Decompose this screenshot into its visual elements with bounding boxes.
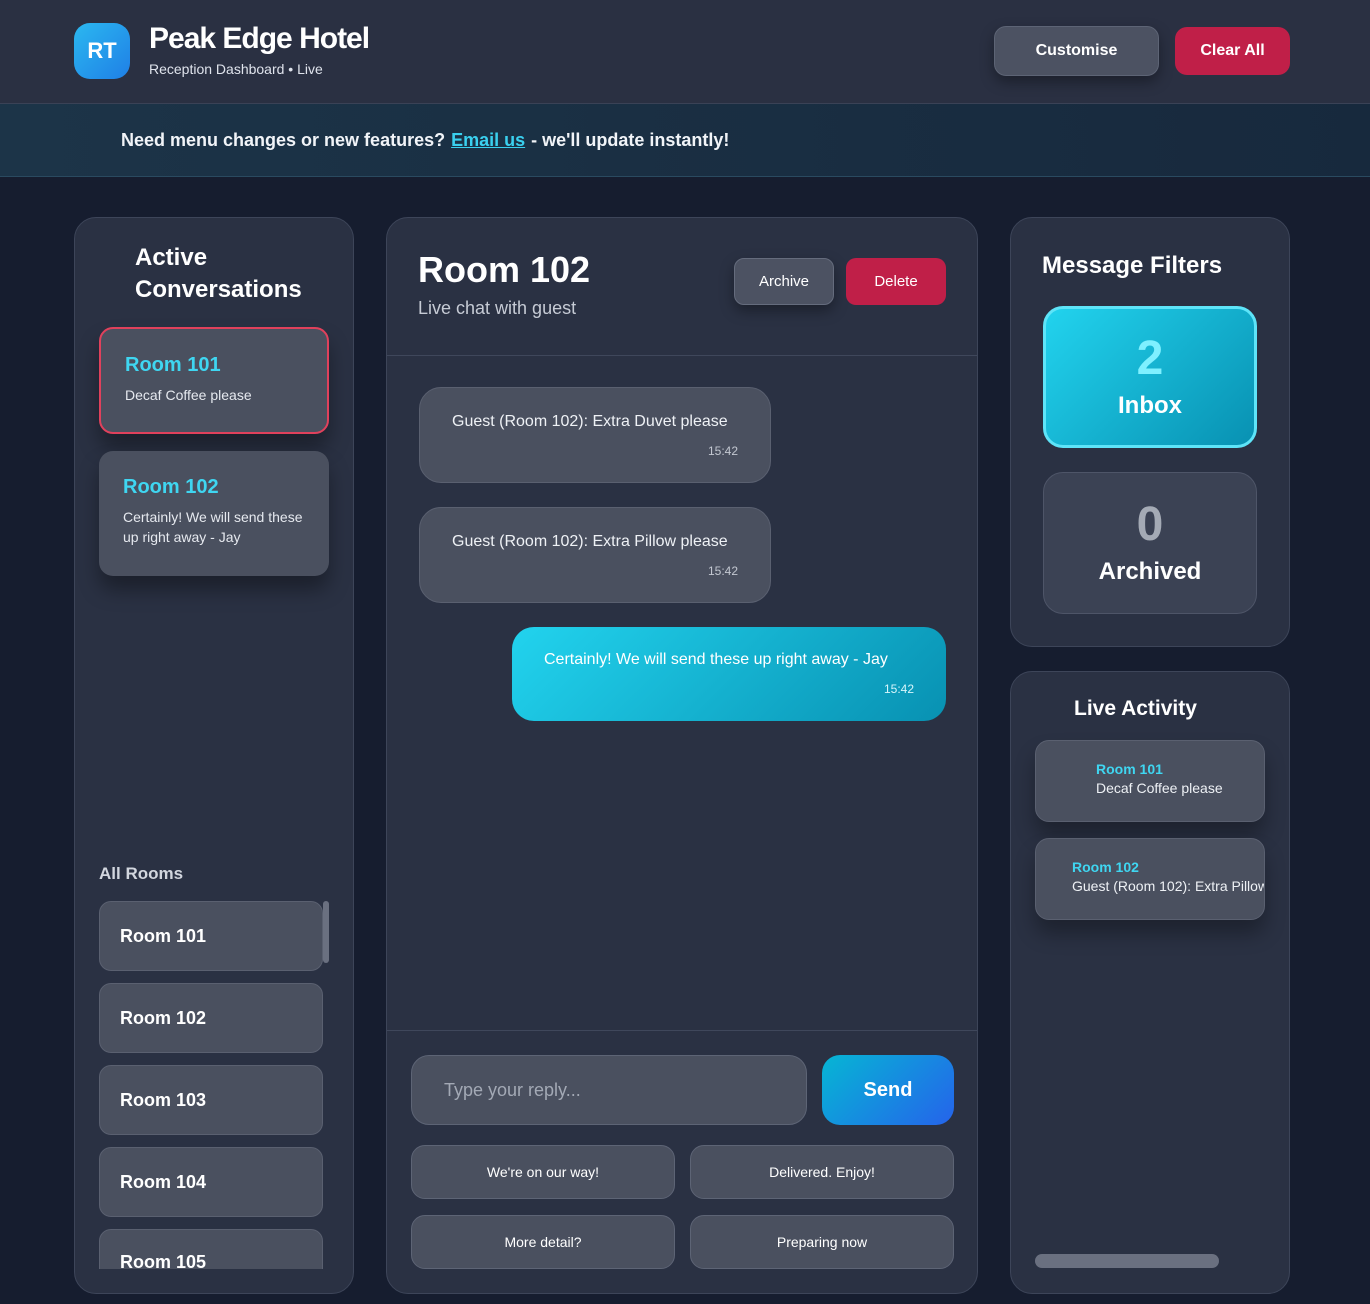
quick-reply-delivered[interactable]: Delivered. Enjoy!: [690, 1145, 954, 1199]
message-time: 15:42: [883, 682, 914, 696]
guest-message: Guest (Room 102): Extra Duvet please 15:…: [419, 387, 771, 483]
all-rooms-label: All Rooms: [99, 864, 184, 883]
staff-message: Certainly! We will send these up right a…: [512, 627, 946, 721]
conversation-card-room-102[interactable]: Room 102 Certainly! We will send these u…: [99, 451, 329, 576]
archived-filter[interactable]: 0 Archived: [1043, 472, 1257, 614]
room-list-item-105[interactable]: Room 105: [99, 1229, 323, 1269]
room-list-item-101[interactable]: Room 101: [99, 901, 323, 971]
activity-room: Room 102: [1072, 859, 1139, 875]
inbox-filter[interactable]: 2 Inbox: [1043, 306, 1257, 448]
delete-button[interactable]: Delete: [846, 258, 946, 305]
conversation-last-message: Certainly! We will send these up right a…: [123, 509, 303, 545]
feature-notice-banner: Need menu changes or new features? Email…: [0, 104, 1370, 177]
active-conversations-title: Active Conversations: [135, 244, 302, 303]
archived-label: Archived: [1098, 558, 1202, 585]
message-text: Guest (Room 102): Extra Duvet please: [452, 413, 728, 430]
message-filters-panel: Message Filters 2 Inbox 0 Archived: [1010, 217, 1290, 647]
email-us-link[interactable]: Email us: [451, 130, 525, 151]
customise-button[interactable]: Customise: [994, 26, 1159, 76]
chat-header: Room 102 Live chat with guest Archive De…: [387, 218, 977, 356]
message-time: 15:42: [707, 444, 738, 458]
notice-text: Need menu changes or new features?: [121, 129, 446, 150]
inbox-label: Inbox: [1118, 392, 1182, 419]
chat-subtitle: Live chat with guest: [418, 298, 577, 318]
quick-reply-preparing[interactable]: Preparing now: [690, 1215, 954, 1269]
conversation-last-message: Decaf Coffee please: [125, 387, 252, 403]
room-list[interactable]: Room 101 Room 102 Room 103 Room 104 Room…: [99, 901, 329, 1269]
notice-suffix: - we'll update instantly!: [531, 129, 730, 150]
quick-reply-on-our-way[interactable]: We're on our way!: [411, 1145, 675, 1199]
room-list-item-103[interactable]: Room 103: [99, 1065, 323, 1135]
conversation-room: Room 101: [125, 354, 221, 376]
hotel-name: Peak Edge Hotel: [149, 22, 370, 55]
clear-all-button[interactable]: Clear All: [1175, 27, 1290, 75]
room-list-item-102[interactable]: Room 102: [99, 983, 323, 1053]
chat-room-title: Room 102: [418, 249, 591, 290]
message-text: Certainly! We will send these up right a…: [544, 651, 888, 668]
hotel-logo: RT: [74, 23, 130, 79]
activity-horizontal-scrollbar[interactable]: [1035, 1254, 1219, 1268]
activity-room: Room 101: [1096, 761, 1163, 777]
room-list-item-104[interactable]: Room 104: [99, 1147, 323, 1217]
activity-item[interactable]: Room 102 Guest (Room 102): Extra Pillow …: [1035, 838, 1265, 920]
activity-message: Decaf Coffee please: [1096, 780, 1223, 796]
guest-message: Guest (Room 102): Extra Pillow please 15…: [419, 507, 771, 603]
conversation-card-room-101[interactable]: Room 101 Decaf Coffee please: [99, 327, 329, 434]
conversation-room: Room 102: [123, 476, 219, 498]
reply-composer: Send We're on our way! Delivered. Enjoy!…: [387, 1030, 977, 1293]
inbox-count: 2: [1136, 332, 1164, 385]
archived-count: 0: [1136, 498, 1164, 551]
message-time: 15:42: [707, 564, 738, 578]
message-text: Guest (Room 102): Extra Pillow please: [452, 533, 728, 550]
reply-input[interactable]: [411, 1055, 807, 1125]
message-filters-title: Message Filters: [1042, 252, 1223, 279]
top-header: RT Peak Edge Hotel Reception Dashboard •…: [0, 0, 1370, 104]
send-button[interactable]: Send: [822, 1055, 954, 1125]
dashboard-subtitle: Reception Dashboard • Live: [149, 61, 323, 77]
conversations-panel: Active Conversations Room 101 Decaf Coff…: [74, 217, 354, 1294]
activity-message: Guest (Room 102): Extra Pillow please: [1072, 878, 1265, 894]
chat-panel: Room 102 Live chat with guest Archive De…: [386, 217, 978, 1294]
live-activity-title: Live Activity: [1074, 697, 1197, 720]
activity-item[interactable]: Room 101 Decaf Coffee please: [1035, 740, 1265, 822]
archive-button[interactable]: Archive: [734, 258, 834, 305]
quick-reply-more-detail[interactable]: More detail?: [411, 1215, 675, 1269]
live-activity-panel: Live Activity Room 101 Decaf Coffee plea…: [1010, 671, 1290, 1294]
room-list-scrollbar[interactable]: [323, 901, 329, 963]
